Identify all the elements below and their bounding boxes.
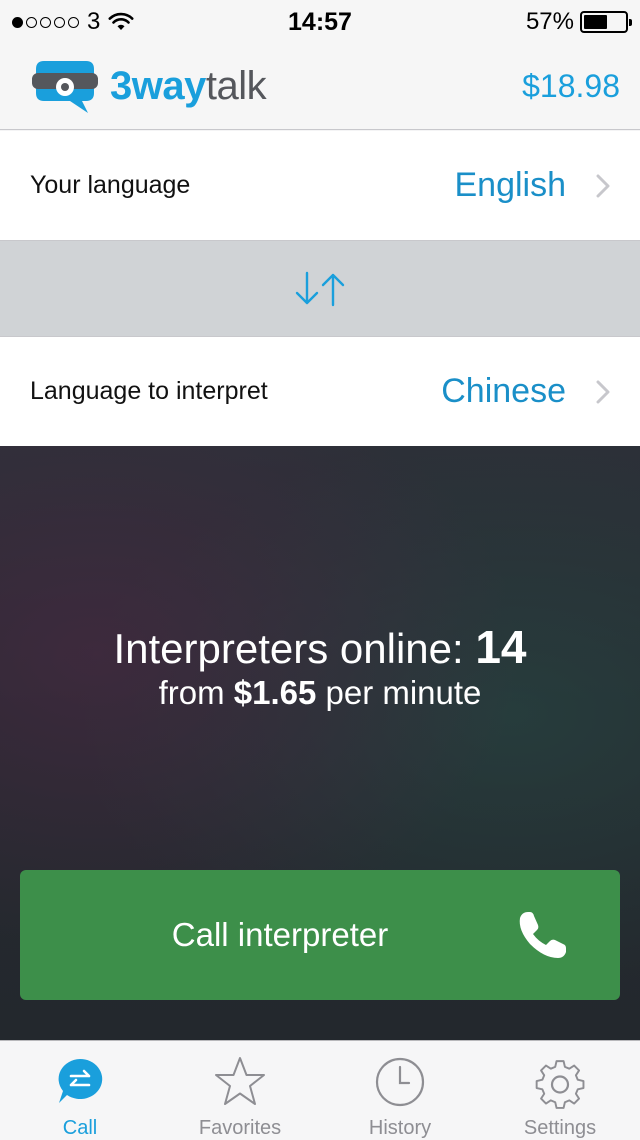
call-info-panel: Interpreters online: 14 from $1.65 per m…	[0, 446, 640, 1040]
interpreters-online: Interpreters online: 14	[0, 620, 640, 674]
your-language-value: English	[454, 166, 566, 204]
your-language-label: Your language	[30, 171, 191, 199]
status-left: 3	[12, 8, 212, 36]
call-interpreter-button[interactable]: Call interpreter	[20, 870, 620, 1000]
phone-icon	[519, 912, 566, 958]
call-bubble-icon	[58, 1058, 103, 1103]
tab-call[interactable]: Call	[0, 1041, 160, 1140]
tab-label: History	[368, 1117, 432, 1139]
carrier-name: 3	[87, 8, 101, 35]
wifi-icon	[108, 12, 134, 30]
account-balance[interactable]: $18.98	[522, 68, 620, 105]
logo-suffix: talk	[205, 64, 267, 108]
app-header: 3waytalk $18.98	[0, 44, 640, 130]
logo-text: 3waytalk	[110, 64, 267, 109]
call-button-label: Call interpreter	[171, 916, 389, 953]
swap-languages-bar[interactable]	[0, 241, 640, 336]
app-logo: 3waytalk	[30, 59, 267, 115]
online-label: Interpreters online:	[113, 625, 464, 672]
interpret-language-row[interactable]: Language to interpret Chinese	[0, 336, 640, 446]
price-suffix: per minute	[325, 674, 482, 711]
chevron-right-icon	[596, 174, 610, 197]
tab-label: Call	[62, 1117, 98, 1139]
status-right: 57%	[428, 8, 632, 36]
tab-settings[interactable]: Settings	[480, 1041, 640, 1140]
chevron-right-icon	[596, 380, 610, 403]
star-icon	[215, 1057, 265, 1105]
your-language-row[interactable]: Your language English	[0, 131, 640, 241]
swap-arrows-icon[interactable]	[293, 271, 347, 307]
logo-bubble-icon	[32, 60, 98, 113]
battery-icon	[579, 11, 632, 33]
battery-fill	[583, 15, 607, 29]
your-language-value-group: English	[454, 166, 610, 205]
interpret-language-value-group: Chinese	[441, 372, 610, 411]
gear-icon	[535, 1060, 585, 1109]
logo-brand: 3way	[110, 64, 206, 108]
price-per-minute: from $1.65 per minute	[0, 674, 640, 712]
tab-history[interactable]: History	[320, 1041, 480, 1140]
tab-label: Favorites	[198, 1117, 282, 1139]
price-amount: $1.65	[233, 674, 317, 711]
tab-label: Settings	[523, 1117, 597, 1139]
tab-favorites[interactable]: Favorites	[160, 1041, 320, 1140]
status-time: 14:57	[288, 7, 352, 36]
clock-icon	[375, 1057, 425, 1107]
tab-bar: Call Favorites History Settings	[0, 1040, 640, 1140]
interpret-language-label: Language to interpret	[30, 377, 268, 405]
battery-percent: 57%	[525, 8, 574, 35]
online-count: 14	[475, 621, 527, 673]
status-bar: 3 14:57 57%	[0, 0, 640, 44]
interpret-language-value: Chinese	[441, 372, 566, 410]
signal-strength-icon	[12, 16, 79, 28]
price-prefix: from	[158, 674, 225, 711]
